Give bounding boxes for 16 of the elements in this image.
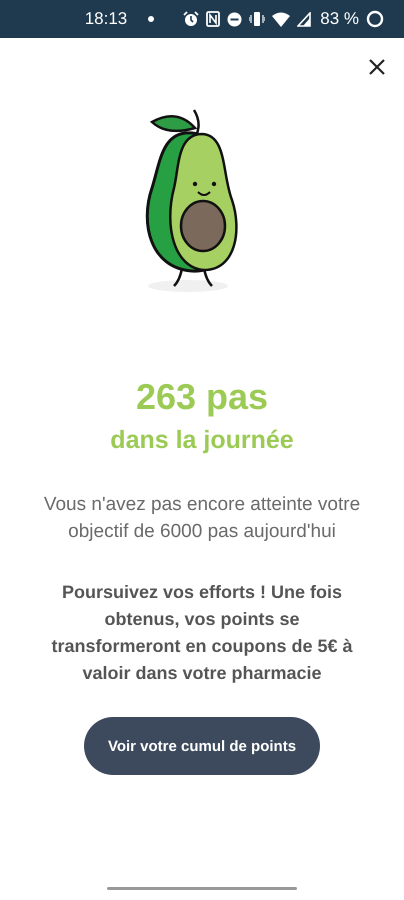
do-not-disturb-icon <box>227 12 242 26</box>
goal-message: Vous n'avez pas encore atteinte votre objectif de 6000 pas aujourd'hui <box>42 493 362 544</box>
nfc-icon <box>206 11 220 27</box>
close-icon <box>368 58 386 76</box>
points-button[interactable]: Voir votre cumul de points <box>84 717 320 775</box>
status-time: 18:13 <box>84 9 128 29</box>
encouragement-text: Poursuivez vos efforts ! Une fois obtenus, vos points se transformeront en coupons de 5€ à valoir dans votre pharmacie <box>50 581 354 685</box>
wifi-icon <box>272 12 290 26</box>
step-count: 263 pas <box>136 376 268 418</box>
battery-icon <box>366 10 384 28</box>
signal-icon <box>297 12 312 26</box>
vibrate-icon <box>249 11 266 27</box>
battery-percentage: 83 % <box>320 9 359 29</box>
step-period: dans la journée <box>110 426 294 455</box>
alarm-icon <box>183 11 200 27</box>
notification-dot-icon <box>148 16 154 22</box>
